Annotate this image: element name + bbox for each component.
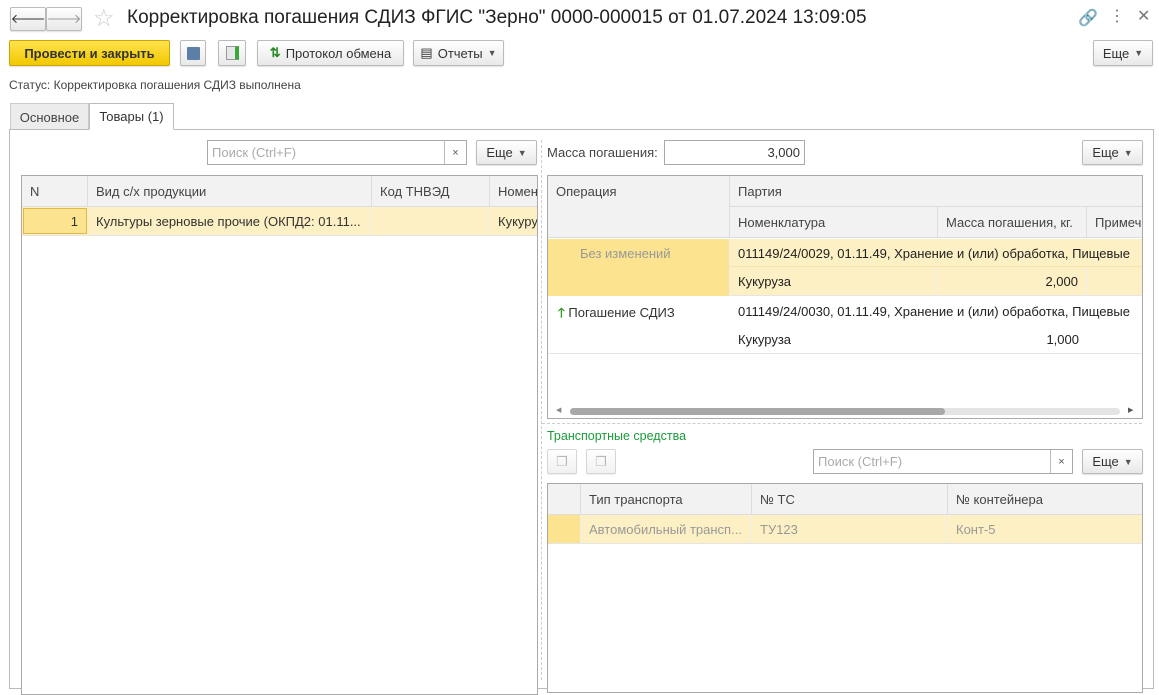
cell-nomenclature[interactable]: Кукуруза: [730, 267, 938, 296]
table-row[interactable]: 1 Культуры зерновые прочие (ОКПД2: 01.11…: [22, 207, 537, 236]
clear-search-icon[interactable]: ×: [1050, 450, 1072, 473]
reports-icon: ▤: [420, 45, 433, 60]
page-title: Корректировка погашения СДИЗ ФГИС "Зерно…: [127, 7, 867, 28]
search-placeholder: Поиск (Ctrl+F): [818, 454, 903, 469]
goods-search-input[interactable]: Поиск (Ctrl+F) ×: [207, 140, 467, 165]
batches-table: Операция Партия Номенклатура Масса погаш…: [547, 175, 1143, 419]
exchange-arrows-icon: ⇅: [269, 45, 281, 60]
close-icon[interactable]: ✕: [1137, 6, 1150, 26]
post-document-icon: [225, 46, 239, 60]
save-button[interactable]: [180, 40, 206, 66]
cell-nomenclature[interactable]: Кукуруз: [490, 207, 537, 235]
scroll-left-icon[interactable]: ◀: [556, 406, 561, 414]
transport-search-input[interactable]: Поиск (Ctrl+F) ×: [813, 449, 1073, 474]
horizontal-scrollbar[interactable]: ◀ ▶: [548, 404, 1142, 418]
scroll-right-icon[interactable]: ▶: [1128, 406, 1133, 414]
reports-label: Отчеты: [437, 45, 483, 61]
cell-product-type[interactable]: Культуры зерновые прочие (ОКПД2: 01.11..…: [88, 207, 372, 235]
mass-input[interactable]: 3,000: [664, 140, 805, 165]
column-header-mass[interactable]: Масса погашения, кг.: [938, 207, 1087, 238]
transport-more-button[interactable]: Еще ▼: [1082, 449, 1143, 474]
goods-table: N Вид с/х продукции Код ТНВЭД Номен 1 Ку…: [21, 175, 538, 695]
column-header-nomenclature[interactable]: Номенклатура: [730, 207, 938, 238]
mass-label: Масса погашения:: [547, 145, 658, 160]
column-header-container-number[interactable]: № контейнера: [948, 484, 1142, 515]
horizontal-splitter[interactable]: [542, 423, 1142, 424]
green-arrow-up-icon: 🡑: [558, 305, 565, 320]
cell-batch[interactable]: 011149/24/0030, 01.11.49, Хранение и (ил…: [730, 297, 1142, 325]
check-all-icon: ❐: [556, 453, 568, 469]
link-icon[interactable]: 🔗: [1078, 8, 1098, 28]
clear-search-icon[interactable]: ×: [444, 141, 466, 164]
column-header-operation[interactable]: Операция: [548, 176, 730, 238]
forward-button[interactable]: 🡒: [46, 7, 82, 31]
chevron-down-icon: ▼: [1134, 48, 1144, 58]
status-text: Статус: Корректировка погашения СДИЗ вып…: [9, 78, 301, 92]
table-row[interactable]: Автомобильный трансп... ТУ123 Конт-5: [548, 515, 1142, 544]
tab-main[interactable]: Основное: [10, 103, 89, 130]
more-label: Еще: [1102, 45, 1130, 61]
uncheck-all-icon: ❐: [595, 453, 607, 469]
transport-table: Тип транспорта № ТС № контейнера Автомоб…: [547, 483, 1143, 693]
column-header-note[interactable]: Примеча: [1087, 207, 1142, 238]
cell-vehicle-number[interactable]: ТУ123: [752, 515, 948, 543]
cell-nomenclature[interactable]: Кукуруза: [730, 325, 938, 354]
chevron-down-icon: ▼: [1123, 456, 1133, 467]
more-label: Еще: [1092, 145, 1119, 160]
cell-mass[interactable]: 2,000: [938, 267, 1087, 296]
more-label: Еще: [486, 145, 513, 160]
exchange-log-label: Протокол обмена: [285, 45, 392, 61]
column-header-n[interactable]: N: [22, 176, 88, 207]
cell-operation[interactable]: 🡑 Погашение СДИЗ: [548, 297, 730, 354]
post-and-close-button[interactable]: Провести и закрыть: [9, 40, 170, 66]
post-button[interactable]: [218, 40, 246, 66]
column-header-nomenclature[interactable]: Номен: [490, 176, 537, 207]
more-button[interactable]: Еще ▼: [1093, 40, 1153, 66]
transport-section-title: Транспортные средства: [547, 429, 687, 443]
column-header-vehicle-number[interactable]: № ТС: [752, 484, 948, 515]
cell-mass[interactable]: 1,000: [938, 325, 1087, 354]
table-row[interactable]: Без изменений 011149/24/0029, 01.11.49, …: [548, 239, 1142, 296]
more-label: Еще: [1092, 454, 1119, 469]
floppy-disk-icon: [186, 46, 200, 60]
chevron-down-icon: ▼: [517, 147, 527, 158]
exchange-log-button[interactable]: ⇅ Протокол обмена: [257, 40, 404, 66]
cell-operation[interactable]: Без изменений: [548, 239, 730, 296]
column-header-tnved[interactable]: Код ТНВЭД: [372, 176, 490, 207]
chevron-down-icon: ▼: [1123, 147, 1133, 158]
column-header-transport-type[interactable]: Тип транспорта: [581, 484, 752, 515]
arrow-right-icon: 🡒: [46, 11, 82, 26]
back-button[interactable]: 🡐: [10, 7, 46, 31]
column-header-product-type[interactable]: Вид с/х продукции: [88, 176, 372, 207]
cell-marker[interactable]: [548, 515, 581, 543]
chevron-down-icon: ▼: [487, 48, 497, 58]
cell-transport-type[interactable]: Автомобильный трансп...: [581, 515, 752, 543]
goods-more-button[interactable]: Еще ▼: [476, 140, 537, 165]
batches-more-button[interactable]: Еще ▼: [1082, 140, 1143, 165]
vertical-splitter[interactable]: [541, 140, 542, 680]
cell-tnved[interactable]: [372, 207, 490, 235]
star-icon[interactable]: ☆: [93, 4, 115, 33]
operation-label: Погашение СДИЗ: [568, 305, 675, 320]
arrow-left-icon: 🡐: [10, 11, 46, 26]
more-vertical-icon[interactable]: ⋮: [1109, 6, 1125, 26]
cell-n[interactable]: 1: [23, 208, 87, 234]
cell-batch[interactable]: 011149/24/0029, 01.11.49, Хранение и (ил…: [730, 239, 1142, 267]
table-row[interactable]: 🡑 Погашение СДИЗ 011149/24/0030, 01.11.4…: [548, 297, 1142, 354]
scrollbar-thumb[interactable]: [570, 408, 945, 415]
check-all-button[interactable]: ❐: [547, 449, 577, 474]
column-header-batch[interactable]: Партия: [730, 176, 1142, 207]
uncheck-all-button[interactable]: ❐: [586, 449, 616, 474]
search-placeholder: Поиск (Ctrl+F): [212, 145, 297, 160]
tab-goods[interactable]: Товары (1): [89, 103, 174, 130]
cell-container-number[interactable]: Конт-5: [948, 515, 1142, 543]
reports-button[interactable]: ▤ Отчеты ▼: [413, 40, 504, 66]
column-header-marker: [548, 484, 581, 515]
